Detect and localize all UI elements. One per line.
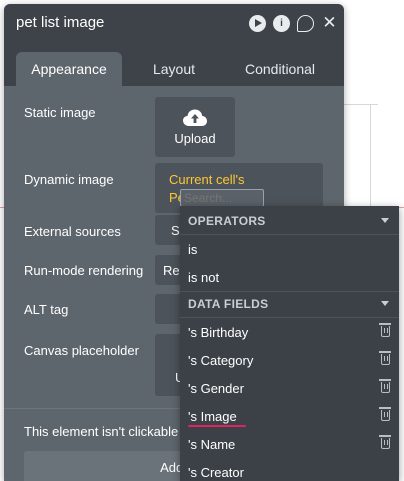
comment-icon[interactable] — [297, 14, 314, 32]
trash-icon[interactable] — [379, 323, 391, 337]
tab-appearance[interactable]: Appearance — [16, 52, 122, 86]
header-icons: i ✕ — [249, 13, 338, 32]
info-icon[interactable]: i — [273, 14, 290, 32]
data-field-creator[interactable]: 's Creator — [180, 458, 399, 481]
operators-header-label: OPERATORS — [188, 214, 266, 228]
preview-icon[interactable] — [249, 14, 266, 32]
panel-title: pet list image — [16, 14, 105, 31]
data-field-label: 's Category — [188, 352, 254, 368]
data-field-name[interactable]: 's Name — [180, 430, 399, 458]
highlight-underline — [188, 425, 246, 427]
close-icon[interactable]: ✕ — [321, 13, 338, 32]
operators-section-header[interactable]: OPERATORS — [180, 208, 399, 234]
upload-label: Upload — [174, 130, 216, 146]
alt-tag-label: ALT tag — [24, 302, 69, 317]
operator-item-label: is — [188, 241, 198, 257]
upload-button[interactable]: Upload — [155, 97, 235, 157]
trash-icon[interactable] — [379, 351, 391, 365]
expression-dropdown: OPERATORS is is not DATA FIELDS 's Birth… — [180, 206, 399, 481]
data-fields-section-header[interactable]: DATA FIELDS — [180, 291, 399, 317]
canvas-guide-line — [338, 104, 378, 105]
cloud-upload-icon — [183, 109, 207, 126]
data-field-gender[interactable]: 's Gender — [180, 374, 399, 402]
run-mode-rendering-label: Run-mode rendering — [24, 263, 144, 278]
panel-header[interactable]: pet list image i ✕ — [4, 4, 344, 42]
tab-bar: Appearance Layout Conditional — [4, 42, 344, 86]
data-field-birthday[interactable]: 's Birthday — [180, 318, 399, 346]
dynamic-image-label: Dynamic image — [24, 172, 114, 187]
external-sources-label: External sources — [24, 224, 121, 239]
data-field-label: 's Image — [188, 408, 237, 424]
chevron-down-icon — [381, 218, 389, 223]
operator-item-label: is not — [188, 269, 220, 285]
static-image-label: Static image — [24, 105, 96, 120]
canvas-placeholder-label: Canvas placeholder — [24, 343, 139, 358]
dynamic-expression-line1: Current cell's — [169, 172, 245, 187]
data-field-label: 's Birthday — [188, 324, 249, 340]
expression-search-input[interactable] — [180, 189, 264, 207]
data-fields-header-label: DATA FIELDS — [188, 297, 269, 311]
tab-conditional[interactable]: Conditional — [226, 52, 334, 86]
chevron-down-icon — [381, 301, 389, 306]
data-field-label: 's Gender — [188, 380, 244, 396]
trash-icon[interactable] — [379, 379, 391, 393]
trash-icon[interactable] — [379, 407, 391, 421]
trash-icon[interactable] — [379, 435, 391, 449]
operator-item-is-not[interactable]: is not — [180, 263, 399, 291]
tab-layout[interactable]: Layout — [132, 52, 216, 86]
clickable-status-label: This element isn't clickable — [24, 424, 179, 439]
data-field-label: 's Creator — [188, 464, 244, 480]
data-field-category[interactable]: 's Category — [180, 346, 399, 374]
data-field-label: 's Name — [188, 436, 236, 452]
operator-item-is[interactable]: is — [180, 235, 399, 263]
